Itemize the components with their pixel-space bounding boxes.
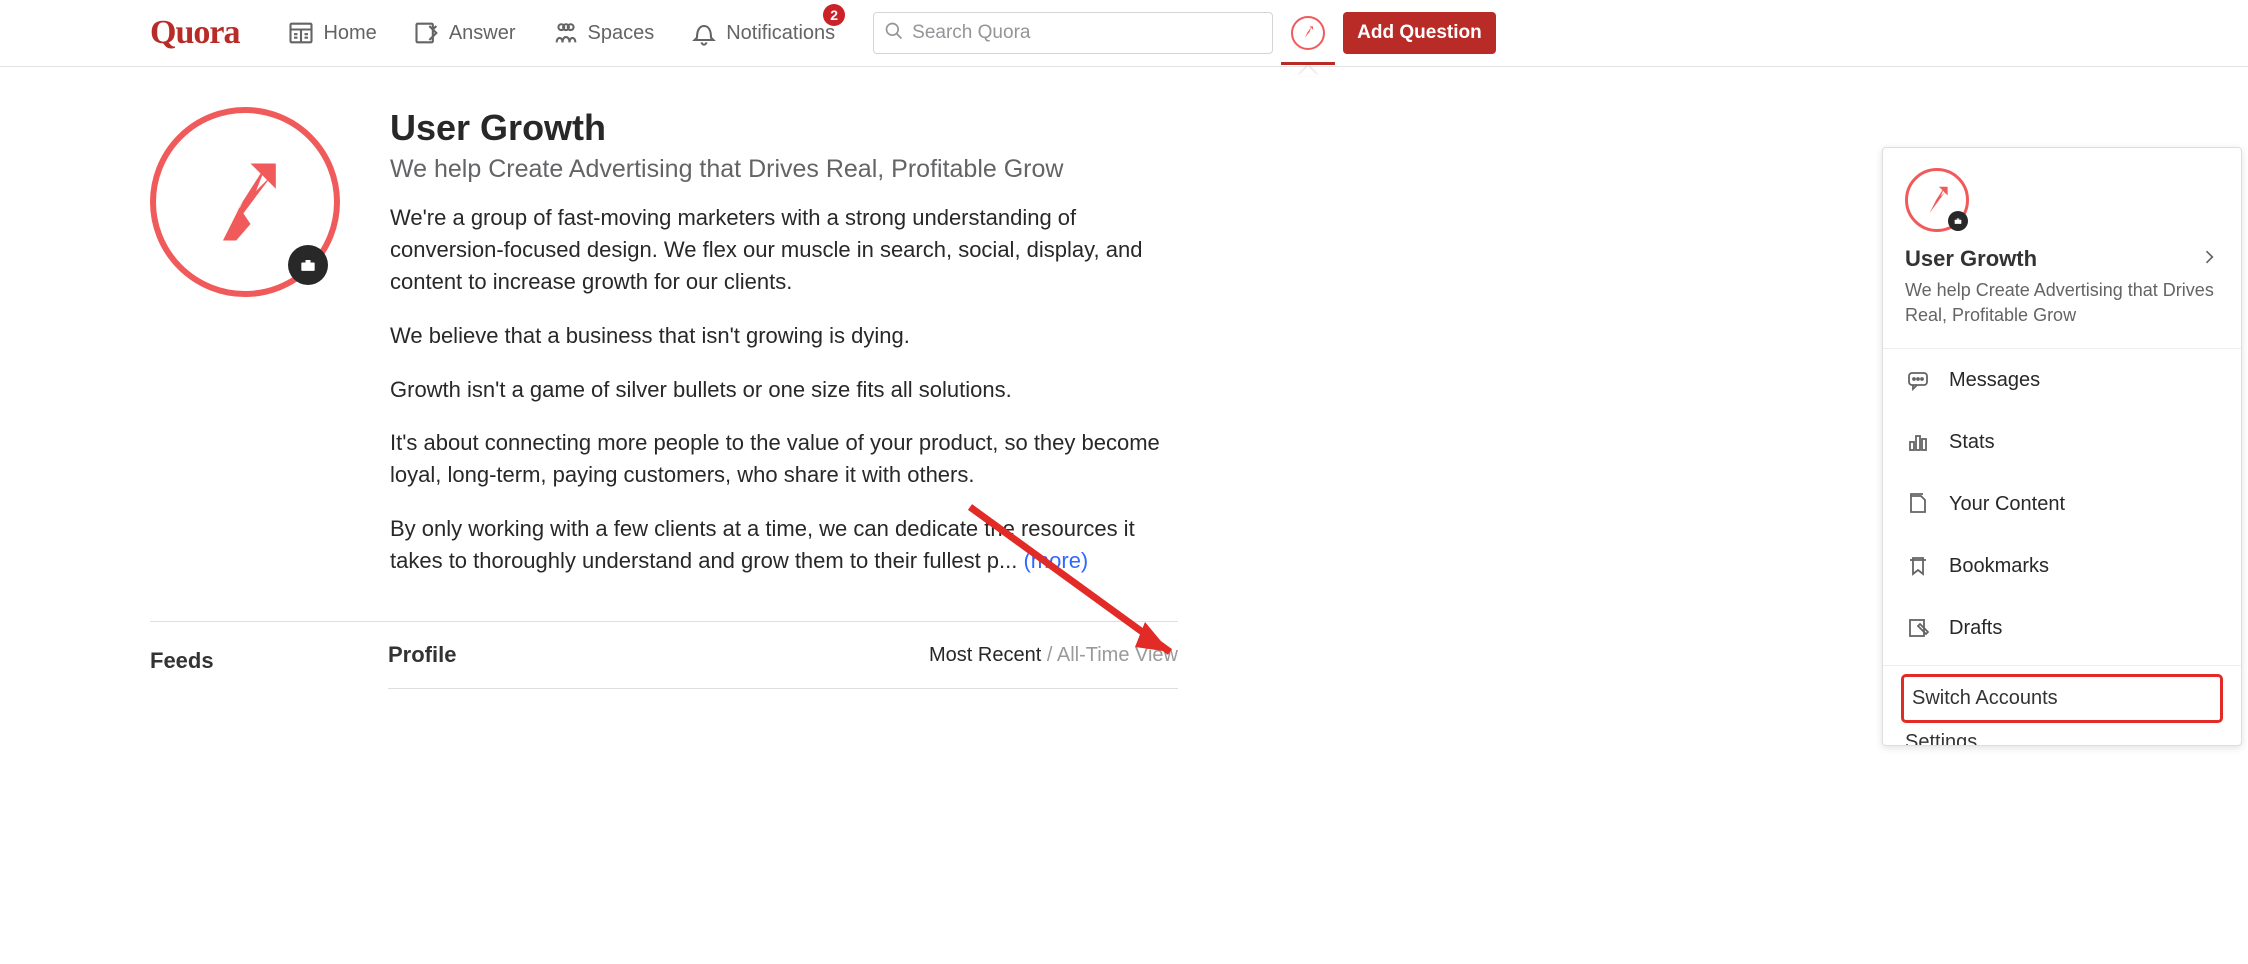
- nav-label: Home: [323, 22, 376, 45]
- dropdown-item-label: Your Content: [1949, 493, 2065, 516]
- dropdown-settings[interactable]: Settings: [1883, 729, 2241, 745]
- notification-badge: 2: [823, 4, 845, 26]
- profile-avatar[interactable]: [150, 107, 340, 297]
- user-avatar-menu[interactable]: [1291, 16, 1325, 50]
- dropdown-stats[interactable]: Stats: [1883, 411, 2241, 473]
- quora-logo[interactable]: Quora: [150, 14, 239, 52]
- dropdown-drafts[interactable]: Drafts: [1883, 597, 2241, 659]
- add-question-button[interactable]: Add Question: [1343, 12, 1496, 54]
- messages-icon: [1905, 367, 1931, 393]
- bell-icon: [690, 19, 718, 47]
- nav-spaces[interactable]: Spaces: [534, 0, 673, 67]
- dropdown-profile-link[interactable]: User Growth We help Create Advertising t…: [1883, 148, 2241, 349]
- desc-paragraph: By only working with a few clients at a …: [390, 513, 1180, 577]
- chevron-right-icon: [2199, 247, 2219, 272]
- feeds-heading: Feeds: [150, 638, 388, 684]
- divider: [1883, 665, 2241, 666]
- dropdown-profile-name: User Growth: [1905, 246, 2037, 272]
- nav-notifications[interactable]: Notifications 2: [672, 0, 853, 67]
- desc-paragraph: Growth isn't a game of silver bullets or…: [390, 374, 1180, 406]
- desc-paragraph: We believe that a business that isn't gr…: [390, 320, 1180, 352]
- dropdown-item-label: Drafts: [1949, 617, 2002, 640]
- profile-tab-heading: Profile: [388, 632, 456, 678]
- briefcase-badge-icon: [288, 245, 328, 285]
- dropdown-content[interactable]: Your Content: [1883, 473, 2241, 535]
- spaces-icon: [552, 19, 580, 47]
- desc-paragraph: It's about connecting more people to the…: [390, 427, 1180, 491]
- dropdown-caret: [1298, 66, 1318, 76]
- nav-label: Spaces: [588, 22, 655, 45]
- drafts-icon: [1905, 615, 1931, 641]
- dropdown-item-label: Messages: [1949, 369, 2040, 392]
- nav-answer[interactable]: Answer: [395, 0, 534, 67]
- stats-icon: [1905, 429, 1931, 455]
- active-indicator: [1281, 62, 1335, 65]
- dropdown-bookmarks[interactable]: Bookmarks: [1883, 535, 2241, 597]
- dropdown-avatar: [1905, 168, 1969, 232]
- header-bar: Quora Home Answer Spaces Notifications 2: [0, 0, 2248, 67]
- dropdown-item-label: Bookmarks: [1949, 555, 2049, 578]
- content-icon: [1905, 491, 1931, 517]
- search-icon: [884, 21, 904, 46]
- more-link[interactable]: (more): [1023, 548, 1088, 573]
- briefcase-badge-icon: [1948, 211, 1968, 231]
- home-icon: [287, 19, 315, 47]
- user-dropdown: User Growth We help Create Advertising t…: [1882, 147, 2242, 746]
- sort-separator: /: [1041, 644, 1057, 666]
- nav-label: Answer: [449, 22, 516, 45]
- search-input[interactable]: [912, 22, 1262, 44]
- dropdown-item-label: Stats: [1949, 431, 1995, 454]
- profile-description: We're a group of fast-moving marketers w…: [390, 202, 1180, 577]
- sort-all-time[interactable]: All-Time View: [1057, 644, 1178, 666]
- nav-home[interactable]: Home: [269, 0, 394, 67]
- search-box[interactable]: [873, 12, 1273, 54]
- nav-label: Notifications: [726, 22, 835, 45]
- profile-subtitle: We help Create Advertising that Drives R…: [390, 155, 1180, 184]
- dropdown-messages[interactable]: Messages: [1883, 349, 2241, 411]
- bookmark-icon: [1905, 553, 1931, 579]
- dropdown-profile-sub: We help Create Advertising that Drives R…: [1905, 278, 2219, 328]
- desc-paragraph: We're a group of fast-moving marketers w…: [390, 202, 1180, 298]
- sort-most-recent[interactable]: Most Recent: [929, 644, 1041, 666]
- bottom-bar: Feeds Profile Most Recent / All-Time Vie…: [150, 621, 1178, 689]
- answer-icon: [413, 19, 441, 47]
- profile-title: User Growth: [390, 107, 1180, 149]
- dropdown-switch-accounts[interactable]: Switch Accounts: [1901, 674, 2223, 723]
